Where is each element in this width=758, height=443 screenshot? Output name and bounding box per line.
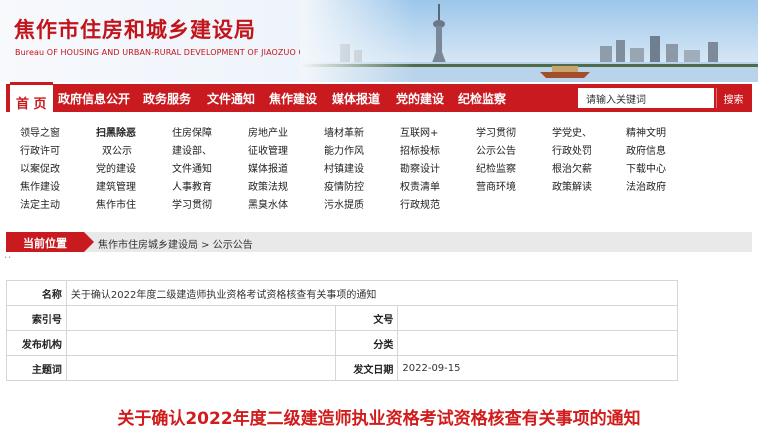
index-value: [65, 305, 337, 331]
quick-link[interactable]: 下载中心: [626, 160, 666, 175]
docno-label: 文号: [335, 305, 399, 331]
quick-link[interactable]: 墙材革新: [324, 124, 364, 139]
nav-jiaozuo-construction[interactable]: 焦作建设: [269, 90, 317, 107]
name-label: 名称: [6, 280, 67, 306]
breadcrumb-label: 当前位置: [6, 232, 94, 252]
table-row: 发布机构 分类: [6, 330, 678, 356]
table-row: 索引号 文号: [6, 305, 678, 331]
date-label: 发文日期: [335, 355, 399, 381]
quick-link[interactable]: 学习贯彻: [172, 196, 212, 211]
table-row: 名称 关于确认2022年度二级建造师执业资格考试资格核查有关事项的通知: [6, 280, 679, 306]
quick-link[interactable]: 领导之窗: [20, 124, 60, 139]
quick-link[interactable]: 法治政府: [626, 178, 666, 193]
quick-link[interactable]: 村镇建设: [324, 160, 364, 175]
nav-file-notices[interactable]: 文件通知: [207, 90, 255, 107]
search-input[interactable]: 请输入关键词: [578, 88, 714, 108]
table-row: 主题词 发文日期 2022-09-15: [6, 355, 678, 381]
quick-link[interactable]: 焦作市住: [96, 196, 136, 211]
org-label: 发布机构: [6, 330, 67, 356]
name-value: 关于确认2022年度二级建造师执业资格考试资格核查有关事项的通知: [65, 280, 679, 306]
subject-value: [65, 355, 337, 381]
quick-link[interactable]: 行政规范: [400, 196, 440, 211]
quick-link[interactable]: 互联网+: [400, 124, 438, 139]
quick-link[interactable]: 扫黑除恶: [96, 124, 136, 139]
quick-link[interactable]: 营商环境: [476, 178, 516, 193]
nav-party-building[interactable]: 党的建设: [396, 90, 444, 107]
site-header: 焦作市住房和城乡建设局 Bureau OF HOUSING AND URBAN-…: [0, 0, 758, 82]
nav-home[interactable]: 首 页: [10, 82, 53, 112]
site-title: 焦作市住房和城乡建设局: [14, 18, 256, 42]
nav-discipline-inspection[interactable]: 纪检监察: [458, 90, 506, 107]
index-label: 索引号: [6, 305, 67, 331]
search-button[interactable]: 搜索: [716, 88, 750, 108]
date-value: 2022-09-15: [397, 355, 678, 381]
quick-link[interactable]: 征收管理: [248, 142, 288, 157]
quick-link[interactable]: 招标投标: [400, 142, 440, 157]
quick-link[interactable]: 政府信息: [626, 142, 666, 157]
quick-link[interactable]: 精神文明: [626, 124, 666, 139]
quick-link[interactable]: 污水提质: [324, 196, 364, 211]
quick-link[interactable]: 根治欠薪: [552, 160, 592, 175]
document-info-table: 名称 关于确认2022年度二级建造师执业资格考试资格核查有关事项的通知 索引号 …: [6, 280, 679, 381]
quick-link[interactable]: 住房保障: [172, 124, 212, 139]
quick-link[interactable]: 疫情防控: [324, 178, 364, 193]
quick-link[interactable]: 政策法规: [248, 178, 288, 193]
quick-link[interactable]: 学习贯彻: [476, 124, 516, 139]
quick-link[interactable]: 权责清单: [400, 178, 440, 193]
docno-value: [397, 305, 678, 331]
breadcrumb: 当前位置 焦作市住房城乡建设局 > 公示公告: [6, 232, 752, 252]
category-value: [397, 330, 678, 356]
quick-link[interactable]: 行政处罚: [552, 142, 592, 157]
nav-gov-info[interactable]: 政府信息公开: [58, 90, 130, 107]
quick-link[interactable]: 法定主动: [20, 196, 60, 211]
stray-mark: ``: [4, 256, 12, 265]
quick-link[interactable]: 政策解读: [552, 178, 592, 193]
main-nav: 首 页 政府信息公开 政务服务 文件通知 焦作建设 媒体报道 党的建设 纪检监察…: [6, 82, 752, 112]
quick-link[interactable]: 纪检监察: [476, 160, 516, 175]
quick-link[interactable]: 文件通知: [172, 160, 212, 175]
city-skyline-banner: [300, 0, 758, 82]
quick-link[interactable]: 公示公告: [476, 142, 516, 157]
nav-media-reports[interactable]: 媒体报道: [332, 90, 380, 107]
quick-link[interactable]: 焦作建设: [20, 178, 60, 193]
quick-link[interactable]: 党的建设: [96, 160, 136, 175]
quick-link[interactable]: 人事教育: [172, 178, 212, 193]
quick-link[interactable]: 能力作风: [324, 142, 364, 157]
org-value: [65, 330, 337, 356]
quick-link[interactable]: 黑臭水体: [248, 196, 288, 211]
quick-link[interactable]: 建筑管理: [96, 178, 136, 193]
category-label: 分类: [335, 330, 399, 356]
site-subtitle: Bureau OF HOUSING AND URBAN-RURAL DEVELO…: [15, 48, 317, 57]
quick-link[interactable]: 双公示: [102, 142, 132, 157]
quick-link[interactable]: 学党史、: [552, 124, 592, 139]
nav-gov-services[interactable]: 政务服务: [143, 90, 191, 107]
document-title: 关于确认2022年度二级建造师执业资格考试资格核查有关事项的通知: [117, 409, 641, 429]
quick-link[interactable]: 建设部、: [172, 142, 212, 157]
quick-link[interactable]: 房地产业: [248, 124, 288, 139]
quick-link[interactable]: 行政许可: [20, 142, 60, 157]
quick-links: 领导之窗 扫黑除恶 住房保障 房地产业 墙材革新 互联网+ 学习贯彻 学党史、 …: [0, 118, 758, 218]
subject-label: 主题词: [6, 355, 67, 381]
quick-link[interactable]: 勘察设计: [400, 160, 440, 175]
quick-link[interactable]: 以案促改: [20, 160, 60, 175]
quick-link[interactable]: 媒体报道: [248, 160, 288, 175]
breadcrumb-path[interactable]: 焦作市住房城乡建设局 > 公示公告: [98, 236, 253, 251]
